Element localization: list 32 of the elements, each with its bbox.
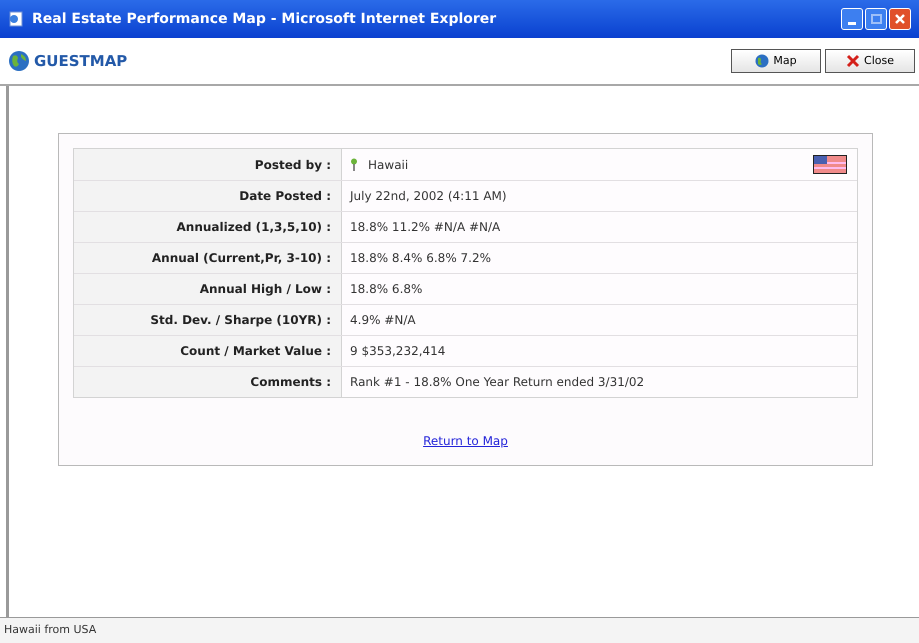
field-label: Posted by : [74,149,342,180]
map-button[interactable]: Map [731,49,821,73]
field-label: Count / Market Value : [74,336,342,366]
close-icon [894,13,906,25]
field-value: 18.8% 8.4% 6.8% 7.2% [350,250,492,267]
flag-icon [813,155,847,174]
field-label: Std. Dev. / Sharpe (10YR) : [74,305,342,335]
close-button[interactable] [889,8,911,30]
return-to-map-link[interactable]: Return to Map [423,432,508,450]
maximize-button[interactable] [865,8,887,30]
field-value: 9 $353,232,414 [350,343,446,360]
field-value: July 22nd, 2002 (4:11 AM) [350,188,508,205]
globe-icon [755,54,770,68]
window-title: Real Estate Performance Map - Microsoft Internet Explorer [32,10,498,28]
field-label: Annualized (1,3,5,10) : [74,212,342,242]
field-value: 18.8% 6.8% [350,281,424,298]
field-value: Hawaii [368,156,410,174]
close-button[interactable]: Close [825,49,915,73]
field-label: Comments : [74,367,342,397]
status-text: Hawaii from USA [4,622,96,638]
close-icon [846,54,860,68]
field-label: Date Posted : [74,181,342,211]
logo-text: GUESTMAP [34,50,128,72]
browser-page-icon [8,11,24,27]
globe-icon [8,50,30,72]
field-value: 18.8% 11.2% #N/A #N/A [350,219,502,236]
field-label: Annual High / Low : [74,274,342,304]
field-label: Annual (Current,Pr, 3-10) : [74,243,342,273]
pin-icon [350,158,358,171]
field-value: Rank #1 - 18.8% One Year Return ended 3/31/02 [350,374,646,391]
minimize-button[interactable] [841,8,863,30]
field-value: 4.9% #N/A [350,312,417,329]
